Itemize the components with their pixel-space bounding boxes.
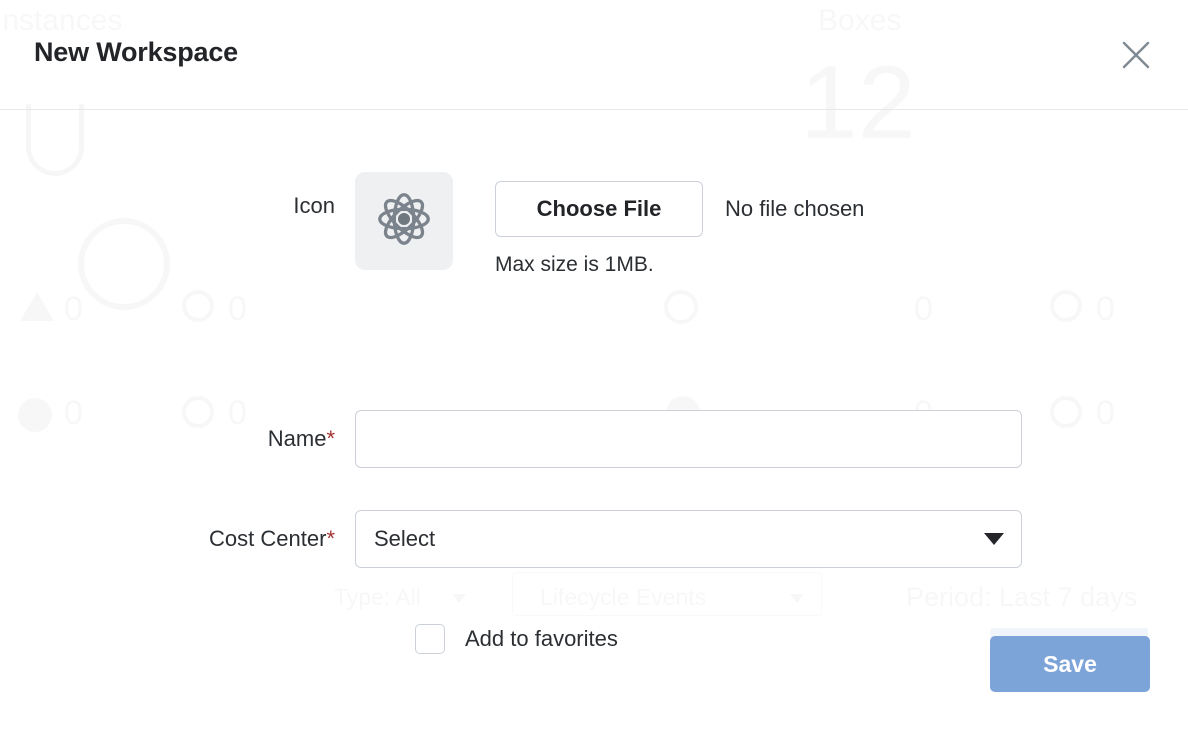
name-required-asterisk: * [326,426,335,452]
file-upload-block: Choose File No file chosen Max size is 1… [495,172,864,277]
name-field-label: Name* [0,425,355,453]
file-upload-line: Choose File No file chosen [495,181,864,237]
cost-center-select[interactable]: Select [355,510,1022,568]
file-status-text: No file chosen [725,196,865,221]
cost-center-required-asterisk: * [326,526,335,552]
choose-file-button[interactable]: Choose File [495,181,703,237]
cost-center-selected-value: Select [374,526,436,551]
icon-field-label: Icon [293,193,335,218]
new-workspace-modal: New Workspace Icon Choose File No file c… [0,0,1188,730]
close-x-icon [1121,40,1151,70]
atom-icon [373,188,435,255]
form-row-icon: Icon Choose File No file chosen Max size… [0,172,864,277]
close-button[interactable] [1114,33,1158,77]
save-button[interactable]: Save [990,636,1150,692]
name-input[interactable] [355,410,1022,468]
form-row-name: Name* [0,410,1022,468]
workspace-icon-preview [355,172,453,270]
add-to-favorites-checkbox[interactable] [415,624,445,654]
cost-center-label-text: Cost Center [209,526,327,552]
add-to-favorites-label[interactable]: Add to favorites [465,626,618,652]
cost-center-select-wrap: Select [355,510,1022,568]
cost-center-field-label: Cost Center* [0,525,355,553]
name-label-text: Name [267,426,327,452]
form-row-favorites: Add to favorites [415,624,618,654]
modal-body: Icon Choose File No file chosen Max size… [0,110,1188,730]
modal-header: New Workspace [0,0,1188,110]
max-size-hint: Max size is 1MB. [495,253,654,276]
page-title: New Workspace [34,37,238,67]
form-row-cost-center: Cost Center* Select [0,510,1022,568]
